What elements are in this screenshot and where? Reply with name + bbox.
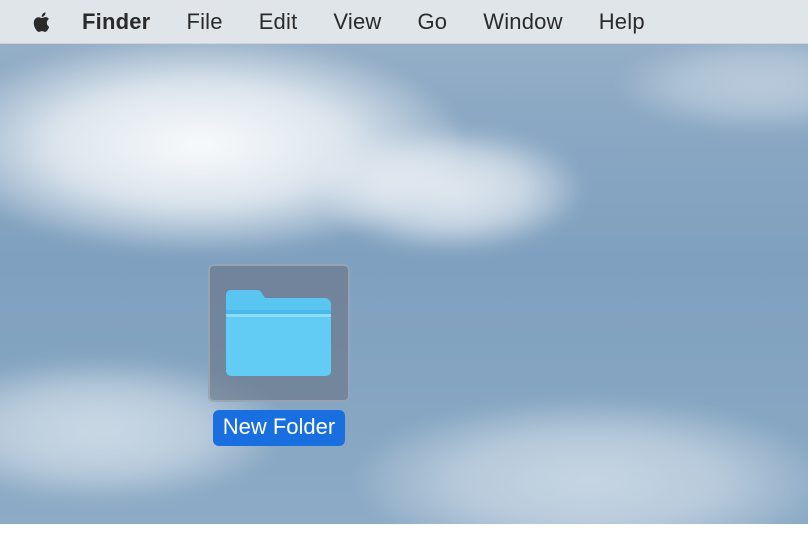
folder-icon [220,283,338,383]
menu-app-name[interactable]: Finder [82,5,168,39]
desktop-folder-item[interactable]: New Folder [208,264,350,446]
menu-file[interactable]: File [168,5,240,39]
apple-menu-icon[interactable] [30,9,52,35]
menubar: Finder File Edit View Go Window Help [0,0,808,44]
desktop-wallpaper[interactable] [0,0,808,524]
menu-window[interactable]: Window [465,5,580,39]
folder-name-label[interactable]: New Folder [213,410,345,446]
folder-icon-selection [208,264,350,402]
menu-view[interactable]: View [315,5,399,39]
menu-help[interactable]: Help [581,5,663,39]
menu-edit[interactable]: Edit [241,5,316,39]
menu-go[interactable]: Go [400,5,466,39]
